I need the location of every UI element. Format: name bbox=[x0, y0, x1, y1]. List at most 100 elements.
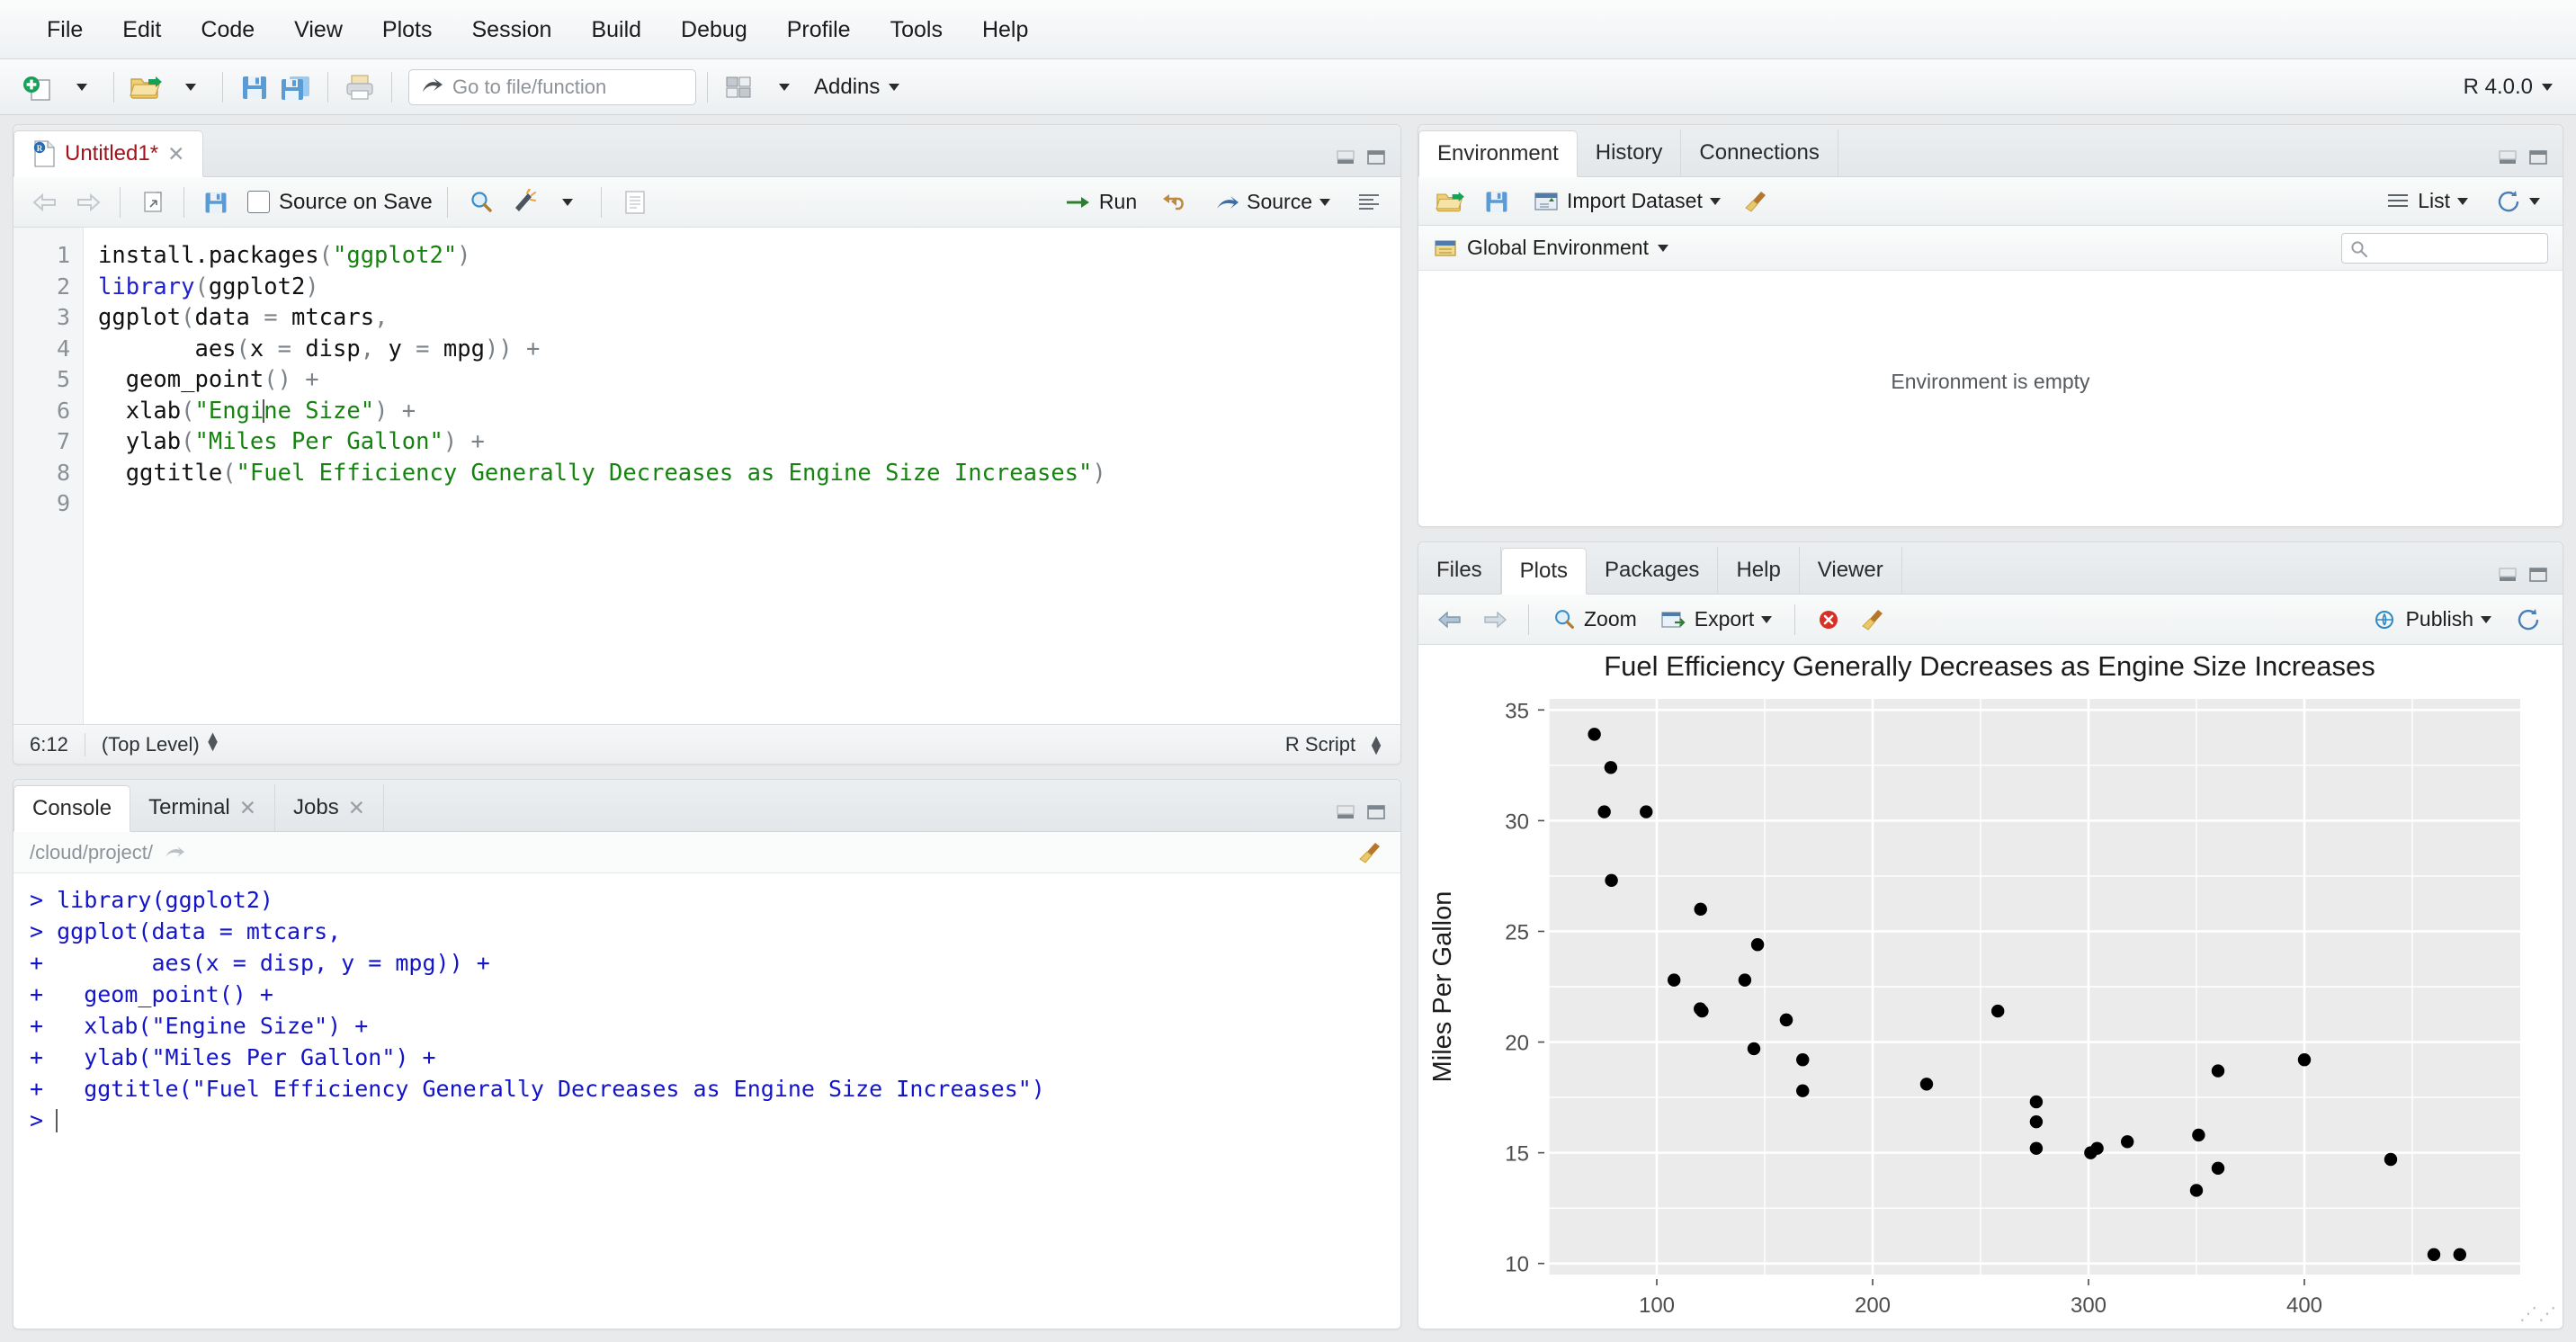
source-button[interactable]: Source bbox=[1207, 185, 1337, 219]
data-point bbox=[1738, 973, 1752, 987]
new-file-dropdown[interactable] bbox=[61, 67, 103, 108]
code-line[interactable]: library(ggplot2) bbox=[98, 272, 1400, 303]
save-icon[interactable] bbox=[197, 183, 235, 221]
global-environment-selector[interactable]: Global Environment bbox=[1418, 226, 2563, 271]
code-line[interactable]: ylab("Miles Per Gallon") + bbox=[98, 426, 1400, 458]
menu-item-build[interactable]: Build bbox=[571, 0, 661, 59]
pane-layout-icon[interactable] bbox=[719, 67, 760, 108]
source-on-save-checkbox[interactable]: Source on Save bbox=[247, 190, 433, 215]
menu-item-edit[interactable]: Edit bbox=[103, 0, 181, 59]
pane-layout-dropdown[interactable] bbox=[764, 67, 805, 108]
refresh-environment-button[interactable] bbox=[2489, 185, 2548, 218]
resize-grip-icon[interactable]: ⋰⋰ bbox=[2519, 1302, 2557, 1325]
publish-button[interactable]: Publish bbox=[2366, 603, 2500, 636]
open-folder-icon[interactable] bbox=[125, 67, 166, 108]
code-line[interactable]: ggplot(data = mtcars, bbox=[98, 302, 1400, 334]
back-arrow-icon[interactable] bbox=[1431, 601, 1469, 639]
tab-connections[interactable]: Connections bbox=[1681, 130, 1838, 176]
menu-item-code[interactable]: Code bbox=[181, 0, 274, 59]
tab-help[interactable]: Help bbox=[1718, 547, 1800, 594]
menu-item-tools[interactable]: Tools bbox=[871, 0, 962, 59]
open-file-dropdown[interactable] bbox=[170, 67, 211, 108]
addins-button[interactable]: Addins bbox=[814, 75, 900, 100]
maximize-pane-icon[interactable] bbox=[2528, 149, 2548, 166]
code-line[interactable] bbox=[98, 488, 1400, 520]
tab-console[interactable]: Console bbox=[13, 785, 131, 832]
maximize-pane-icon[interactable] bbox=[2528, 567, 2548, 583]
menu-item-plots[interactable]: Plots bbox=[362, 0, 452, 59]
minimize-pane-icon[interactable] bbox=[2498, 567, 2518, 583]
zoom-plot-button[interactable]: Zoom bbox=[1543, 603, 1645, 637]
code-tools-icon[interactable] bbox=[505, 183, 543, 221]
refresh-icon[interactable] bbox=[2510, 601, 2548, 639]
open-in-new-icon[interactable] bbox=[164, 844, 185, 862]
reformat-icon[interactable] bbox=[1350, 183, 1388, 221]
r-version-selector[interactable]: R 4.0.0 bbox=[2464, 75, 2553, 100]
menu-item-help[interactable]: Help bbox=[962, 0, 1048, 59]
data-point bbox=[1796, 1053, 1810, 1067]
plot-display-area[interactable]: Fuel Efficiency Generally Decreases as E… bbox=[1418, 645, 2563, 1329]
tab-viewer[interactable]: Viewer bbox=[1800, 547, 1902, 594]
tab-files[interactable]: Files bbox=[1418, 547, 1501, 594]
maximize-pane-icon[interactable] bbox=[1366, 804, 1386, 820]
rerun-icon[interactable] bbox=[1157, 183, 1194, 221]
new-file-icon[interactable] bbox=[16, 67, 58, 108]
maximize-pane-icon[interactable] bbox=[1366, 149, 1386, 166]
tab-packages[interactable]: Packages bbox=[1587, 547, 1719, 594]
tab-history[interactable]: History bbox=[1578, 130, 1682, 176]
broom-icon[interactable] bbox=[1357, 841, 1384, 864]
menu-item-profile[interactable]: Profile bbox=[767, 0, 871, 59]
tab-terminal[interactable]: Terminal ✕ bbox=[130, 784, 276, 831]
minimize-pane-icon[interactable] bbox=[1336, 149, 1355, 166]
back-arrow-icon[interactable] bbox=[26, 183, 64, 221]
print-icon[interactable] bbox=[339, 67, 380, 108]
remove-plot-icon[interactable] bbox=[1810, 601, 1847, 639]
code-line[interactable]: install.packages("ggplot2") bbox=[98, 240, 1400, 272]
import-dataset-button[interactable]: Import Dataset bbox=[1525, 184, 1729, 218]
code-line[interactable]: aes(x = disp, y = mpg)) + bbox=[98, 334, 1400, 365]
search-icon[interactable] bbox=[462, 183, 500, 221]
minimize-pane-icon[interactable] bbox=[1336, 804, 1355, 820]
code-content[interactable]: install.packages("ggplot2") library(ggplo… bbox=[84, 228, 1400, 724]
source-tab-untitled1[interactable]: R Untitled1* ✕ bbox=[13, 130, 204, 177]
menu-item-file[interactable]: File bbox=[27, 0, 103, 59]
tab-plots[interactable]: Plots bbox=[1500, 548, 1588, 595]
load-workspace-icon[interactable] bbox=[1431, 183, 1469, 220]
code-tools-dropdown[interactable] bbox=[549, 183, 586, 221]
menu-item-debug[interactable]: Debug bbox=[661, 0, 767, 59]
environment-search-input[interactable] bbox=[2341, 232, 2548, 264]
save-workspace-icon[interactable] bbox=[1478, 183, 1516, 220]
forward-arrow-icon[interactable] bbox=[1476, 601, 1514, 639]
code-line[interactable]: xlab("Engine Size") + bbox=[98, 396, 1400, 427]
save-icon[interactable] bbox=[234, 67, 275, 108]
run-button[interactable]: Run bbox=[1058, 185, 1144, 219]
minimize-pane-icon[interactable] bbox=[2498, 149, 2518, 166]
console-output[interactable]: > library(ggplot2) > ggplot(data = mtcars… bbox=[13, 873, 1400, 1329]
line-number: 8 bbox=[56, 459, 70, 486]
goto-file-function-input[interactable]: Go to file/function bbox=[408, 68, 696, 105]
code-line[interactable]: ggtitle("Fuel Efficiency Generally Decre… bbox=[98, 458, 1400, 489]
tab-jobs[interactable]: Jobs ✕ bbox=[275, 784, 385, 831]
export-plot-button[interactable]: Export bbox=[1652, 603, 1780, 636]
save-all-icon[interactable] bbox=[275, 67, 317, 108]
source-tabstrip: R Untitled1* ✕ bbox=[13, 125, 1400, 177]
menu-item-session[interactable]: Session bbox=[452, 0, 572, 59]
show-in-new-window-icon[interactable] bbox=[133, 183, 171, 221]
console-line: > ggplot(data = mtcars, bbox=[30, 918, 342, 944]
broom-icon[interactable] bbox=[1855, 601, 1892, 639]
menu-item-view[interactable]: View bbox=[274, 0, 362, 59]
broom-icon[interactable] bbox=[1738, 183, 1775, 220]
file-type-selector[interactable]: R Script ▲ ▼ bbox=[1285, 732, 1384, 757]
close-icon[interactable]: ✕ bbox=[239, 796, 256, 820]
close-icon[interactable]: ✕ bbox=[348, 796, 365, 820]
tab-environment[interactable]: Environment bbox=[1418, 130, 1578, 177]
forward-arrow-icon[interactable] bbox=[69, 183, 107, 221]
code-line[interactable]: geom_point() + bbox=[98, 364, 1400, 396]
document-outline-icon[interactable] bbox=[616, 183, 654, 221]
list-view-button[interactable]: List bbox=[2377, 184, 2476, 218]
chevron-down-icon bbox=[1658, 244, 1668, 252]
console-line: + geom_point() + bbox=[30, 981, 273, 1007]
scope-selector[interactable]: (Top Level) ▲ ▼ bbox=[102, 729, 221, 756]
close-icon[interactable]: ✕ bbox=[167, 142, 184, 166]
code-editor[interactable]: 1 2 3 4 5 6 7 8 9 install.packages("ggplot2") lib… bbox=[13, 228, 1400, 724]
